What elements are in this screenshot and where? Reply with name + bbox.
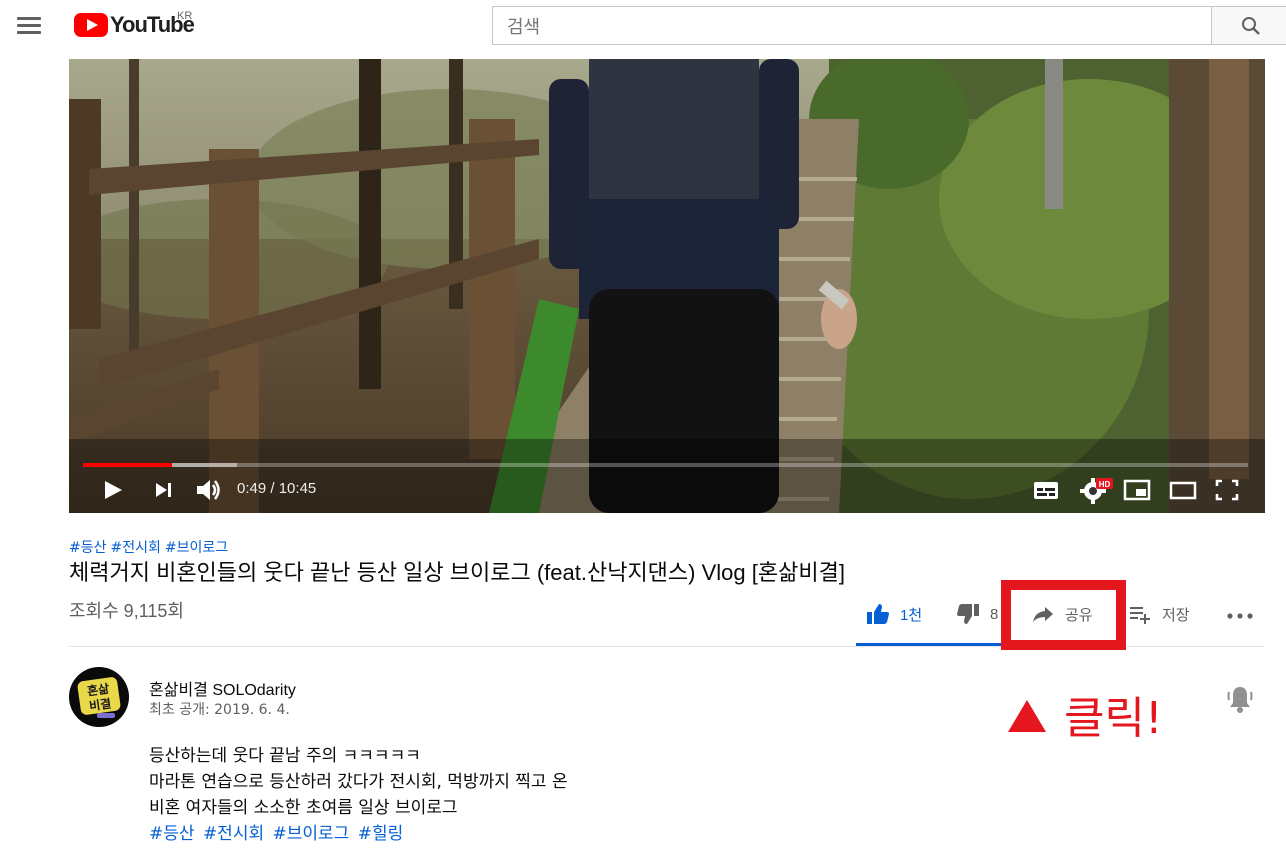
hamburger-menu-icon[interactable] (14, 12, 44, 38)
save-label: 저장 (1162, 606, 1190, 624)
save-button[interactable]: 저장 (1128, 598, 1190, 630)
next-icon[interactable] (153, 475, 175, 505)
description-line: 비혼 여자들의 소소한 초여름 일상 브이로그 (149, 798, 458, 818)
hashtag-link[interactable]: #브이로그 (273, 824, 350, 844)
video-player[interactable]: 0:49 / 10:45 HD (69, 59, 1265, 513)
thumbs-up-icon (867, 604, 889, 624)
hashtag-link[interactable]: #등산 (149, 824, 195, 844)
channel-name[interactable]: 혼삶비결 SOLOdarity (149, 676, 296, 700)
youtube-logo[interactable]: YouTube KR (74, 10, 195, 38)
playlist-add-icon (1130, 607, 1150, 624)
publish-date: 최초 공개: 2019. 6. 4. (149, 702, 290, 718)
time-display: 0:49 / 10:45 (237, 480, 316, 497)
dislike-button[interactable]: 8 (956, 598, 998, 630)
play-icon[interactable] (101, 475, 125, 505)
description-hashtags: #등산 #전시회 #브이로그 #힐링 (149, 821, 568, 847)
settings-icon[interactable]: HD (1079, 475, 1113, 505)
time-separator: / (266, 480, 279, 497)
tag-link[interactable]: #브이로그 (165, 540, 228, 556)
share-highlight-box (1001, 580, 1126, 650)
hashtag-link[interactable]: #힐링 (358, 824, 404, 844)
theater-mode-icon[interactable] (1169, 475, 1197, 505)
description-line: 등산하는데 웃다 끝남 주의 ㅋㅋㅋㅋㅋ (149, 746, 421, 766)
progress-played (83, 463, 172, 467)
like-count: 1천 (900, 606, 923, 624)
youtube-play-icon (74, 13, 108, 37)
tag-link[interactable]: #등산 (69, 540, 107, 556)
search-input[interactable]: 검색 (492, 6, 1212, 45)
tag-link[interactable]: #전시회 (111, 540, 161, 556)
miniplayer-icon[interactable] (1123, 475, 1151, 505)
more-actions-button[interactable] (1226, 598, 1254, 630)
country-code: KR (177, 10, 193, 22)
time-current: 0:49 (237, 480, 267, 497)
subtitles-icon[interactable] (1033, 475, 1059, 505)
notification-bell-icon[interactable] (1226, 684, 1254, 714)
thumbs-down-icon (957, 604, 979, 624)
like-button[interactable]: 1천 (866, 598, 922, 630)
view-count: 조회수 9,115회 (69, 601, 184, 621)
progress-bar[interactable] (83, 463, 1248, 467)
hashtag-link[interactable]: #전시회 (203, 824, 264, 844)
description-line: 마라톤 연습으로 등산하러 갔다가 전시회, 먹방까지 찍고 온 (149, 772, 568, 792)
search-button[interactable] (1211, 6, 1286, 45)
video-description: 등산하는데 웃다 끝남 주의 ㅋㅋㅋㅋㅋ 마라톤 연습으로 등산하러 갔다가 전… (149, 743, 568, 847)
channel-avatar[interactable]: 혼삶 비결 (69, 667, 129, 727)
hd-badge: HD (1099, 480, 1111, 489)
volume-icon[interactable] (195, 475, 223, 505)
video-tags: #등산 #전시회 #브이로그 (69, 537, 232, 557)
avatar-text-top: 혼삶 (86, 681, 110, 699)
search-icon (1242, 17, 1260, 35)
dislike-count: 8 (990, 605, 999, 623)
video-title: 체력거지 비혼인들의 웃다 끝난 등산 일상 브이로그 (feat.산낙지댄스)… (69, 560, 845, 585)
up-arrow-icon (1008, 700, 1046, 732)
fullscreen-icon[interactable] (1214, 475, 1240, 505)
masthead: YouTube KR 검색 (0, 0, 1286, 52)
more-horizontal-icon (1227, 613, 1253, 619)
avatar-logo: 혼삶 비결 (77, 677, 121, 718)
click-annotation: 클릭! (1008, 682, 1163, 746)
annotation-text: 클릭! (1064, 693, 1163, 744)
time-total: 10:45 (278, 480, 317, 497)
avatar-text-bottom: 비결 (88, 695, 112, 713)
video-frame (69, 59, 1265, 513)
